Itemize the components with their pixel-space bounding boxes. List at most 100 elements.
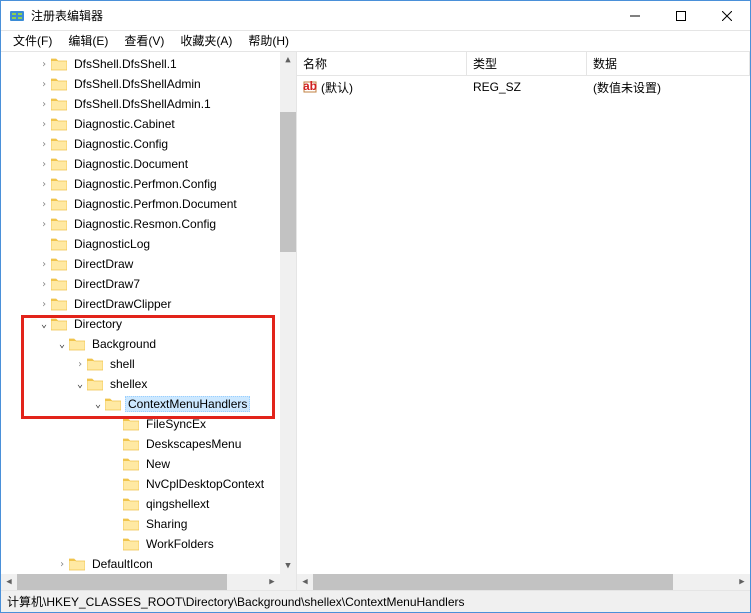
tree-item[interactable]: › DfsShell.DfsShell.1 <box>1 54 280 74</box>
tree-item[interactable]: WorkFolders <box>1 534 280 554</box>
tree-item[interactable]: ⌄ shellex <box>1 374 280 394</box>
menu-favorites[interactable]: 收藏夹(A) <box>172 31 240 51</box>
tree-item[interactable]: ›DirectDrawClipper <box>1 294 280 314</box>
scroll-up-icon[interactable]: ▲ <box>280 52 296 68</box>
tree-item[interactable]: › Diagnostic.Document <box>1 154 280 174</box>
chevron-down-icon[interactable]: ⌄ <box>91 399 105 410</box>
minimize-button[interactable] <box>612 1 658 31</box>
folder-icon <box>123 477 139 491</box>
chevron-right-icon[interactable]: › <box>37 179 51 190</box>
folder-icon <box>123 417 139 431</box>
value-data-cell: (数值未设置) <box>587 79 750 96</box>
values-horizontal-scrollbar[interactable]: ◀ ▶ <box>297 574 750 590</box>
tree-item[interactable]: ›shell <box>1 354 280 374</box>
tree-item[interactable]: DeskscapesMenu <box>1 434 280 454</box>
chevron-right-icon[interactable]: › <box>73 359 87 370</box>
tree-item[interactable]: New <box>1 454 280 474</box>
registry-tree[interactable]: › DfsShell.DfsShell.1 › DfsShell.DfsShellAd… <box>1 52 280 574</box>
regedit-icon <box>9 8 25 24</box>
close-button[interactable] <box>704 1 750 31</box>
folder-icon <box>51 77 67 91</box>
scroll-right-icon[interactable]: ▶ <box>264 574 280 590</box>
maximize-button[interactable] <box>658 1 704 31</box>
chevron-right-icon[interactable]: › <box>37 199 51 210</box>
main-pane: › DfsShell.DfsShell.1 › DfsShell.DfsShellAd… <box>1 51 750 590</box>
chevron-right-icon[interactable]: › <box>37 119 51 130</box>
tree-item[interactable]: ⌄ContextMenuHandlers <box>1 394 280 414</box>
tree-item[interactable]: ⌄ Background <box>1 334 280 354</box>
chevron-right-icon[interactable]: › <box>37 59 51 70</box>
tree-item[interactable]: › DfsShell.DfsShellAdmin.1 <box>1 94 280 114</box>
folder-icon <box>51 297 67 311</box>
chevron-right-icon[interactable]: › <box>37 279 51 290</box>
tree-item[interactable]: ›Diagnostic.Cabinet <box>1 114 280 134</box>
value-name-cell: ab(默认) <box>297 79 467 96</box>
tree-item[interactable]: ›DefaultIcon <box>1 554 280 574</box>
tree-item[interactable]: qingshellext <box>1 494 280 514</box>
tree-item[interactable]: FileSyncEx <box>1 414 280 434</box>
tree-item[interactable]: › DfsShell.DfsShellAdmin <box>1 74 280 94</box>
chevron-right-icon[interactable]: › <box>37 79 51 90</box>
menu-help[interactable]: 帮助(H) <box>240 31 297 51</box>
tree-item[interactable]: NvCplDesktopContext <box>1 474 280 494</box>
scroll-left-icon[interactable]: ◀ <box>297 574 313 590</box>
chevron-down-icon[interactable]: ⌄ <box>37 319 51 330</box>
tree-item-label: Diagnostic.Perfmon.Document <box>71 196 240 212</box>
folder-icon <box>51 117 67 131</box>
menu-file[interactable]: 文件(F) <box>5 31 60 51</box>
value-row[interactable]: ab(默认)REG_SZ(数值未设置) <box>297 78 750 96</box>
chevron-down-icon[interactable]: ⌄ <box>73 379 87 390</box>
tree-item-label: FileSyncEx <box>143 416 209 432</box>
tree-vertical-scrollbar[interactable]: ▲ ▼ <box>280 52 296 574</box>
col-name[interactable]: 名称 <box>297 52 467 75</box>
tree-item[interactable]: ›DirectDraw <box>1 254 280 274</box>
scroll-left-icon[interactable]: ◀ <box>1 574 17 590</box>
tree-vscroll-thumb[interactable] <box>280 112 296 252</box>
tree-item[interactable]: ›Diagnostic.Config <box>1 134 280 154</box>
tree-item-label: qingshellext <box>143 496 212 512</box>
tree-item-label: shellex <box>107 376 150 392</box>
tree-item-label: DfsShell.DfsShellAdmin <box>71 76 204 92</box>
chevron-down-icon[interactable]: ⌄ <box>55 339 69 350</box>
folder-icon <box>69 557 85 571</box>
chevron-right-icon[interactable]: › <box>37 139 51 150</box>
values-hscroll-thumb[interactable] <box>313 574 673 590</box>
folder-icon <box>51 197 67 211</box>
chevron-right-icon[interactable]: › <box>55 559 69 570</box>
values-list[interactable]: ab(默认)REG_SZ(数值未设置) <box>297 76 750 98</box>
chevron-right-icon[interactable]: › <box>37 299 51 310</box>
folder-icon <box>51 317 67 331</box>
tree-hscroll-thumb[interactable] <box>17 574 227 590</box>
scroll-corner <box>280 574 296 590</box>
menu-edit[interactable]: 编辑(E) <box>60 31 116 51</box>
menu-view[interactable]: 查看(V) <box>116 31 172 51</box>
tree-item-label: DfsShell.DfsShellAdmin.1 <box>71 96 214 112</box>
scroll-down-icon[interactable]: ▼ <box>280 558 296 574</box>
col-type[interactable]: 类型 <box>467 52 587 75</box>
tree-item-label: Diagnostic.Document <box>71 156 191 172</box>
statusbar: 计算机\HKEY_CLASSES_ROOT\Directory\Backgrou… <box>1 590 750 612</box>
tree-item[interactable]: DiagnosticLog <box>1 234 280 254</box>
tree-item[interactable]: ›DirectDraw7 <box>1 274 280 294</box>
tree-item-label: DfsShell.DfsShell.1 <box>71 56 180 72</box>
window-title: 注册表编辑器 <box>31 7 612 24</box>
tree-item-label: New <box>143 456 173 472</box>
chevron-right-icon[interactable]: › <box>37 259 51 270</box>
tree-horizontal-scrollbar[interactable]: ◀ ▶ <box>1 574 280 590</box>
tree-item-label: Background <box>89 336 159 352</box>
tree-item[interactable]: ⌄Directory <box>1 314 280 334</box>
chevron-right-icon[interactable]: › <box>37 159 51 170</box>
tree-item[interactable]: ›Diagnostic.Perfmon.Config <box>1 174 280 194</box>
folder-icon <box>51 177 67 191</box>
col-data[interactable]: 数据 <box>587 52 750 75</box>
tree-item[interactable]: › Diagnostic.Perfmon.Document <box>1 194 280 214</box>
value-type-cell: REG_SZ <box>467 80 587 94</box>
tree-item-label: Diagnostic.Resmon.Config <box>71 216 219 232</box>
scroll-right-icon[interactable]: ▶ <box>734 574 750 590</box>
menubar: 文件(F) 编辑(E) 查看(V) 收藏夹(A) 帮助(H) <box>1 31 750 51</box>
tree-item-label: Sharing <box>143 516 190 532</box>
tree-item[interactable]: › Diagnostic.Resmon.Config <box>1 214 280 234</box>
chevron-right-icon[interactable]: › <box>37 99 51 110</box>
tree-item[interactable]: Sharing <box>1 514 280 534</box>
chevron-right-icon[interactable]: › <box>37 219 51 230</box>
